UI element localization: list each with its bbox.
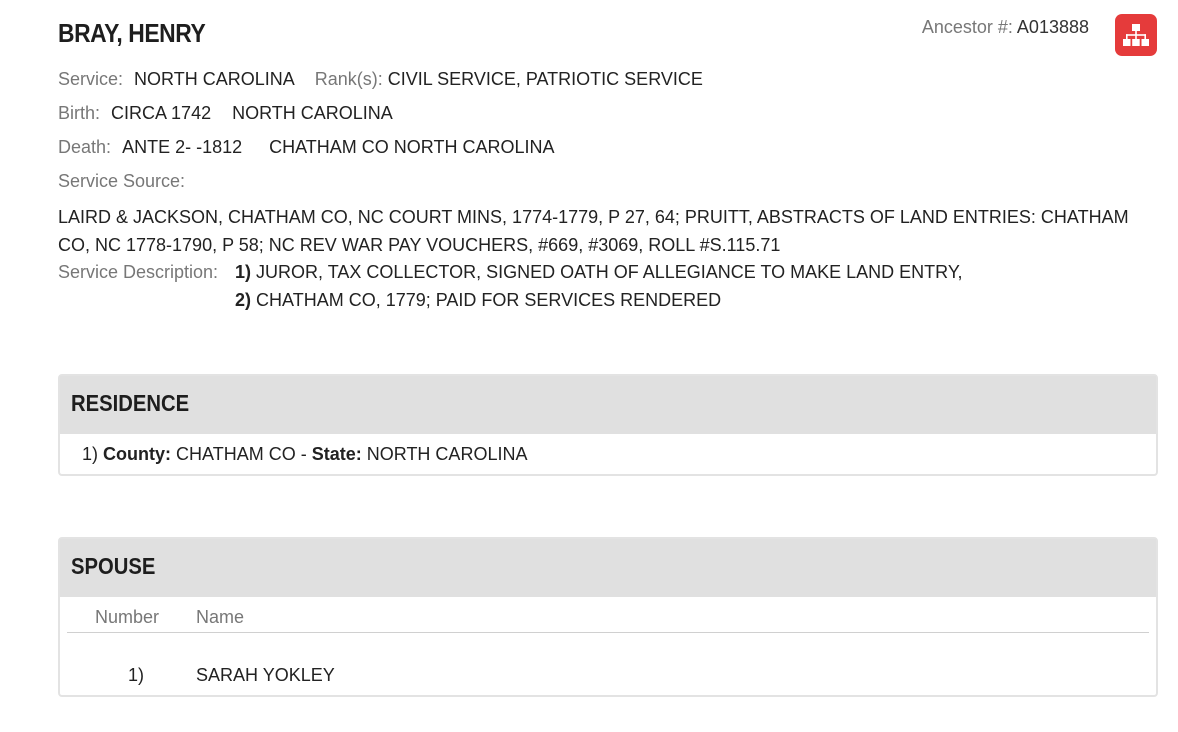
- death-date: ANTE 2- -1812: [122, 137, 243, 157]
- ancestor-number-value: A013888: [1016, 17, 1089, 37]
- residence-header: RESIDENCE: [60, 376, 1156, 434]
- service-row: Service: NORTH CAROLINA Rank(s): CIVIL S…: [58, 69, 703, 90]
- service-description-item: 1) JUROR, TAX COLLECTOR, SIGNED OATH OF …: [235, 262, 963, 283]
- birth-date: CIRCA 1742: [111, 103, 212, 123]
- service-description-label: Service Description:: [58, 262, 219, 282]
- county-label: County:: [103, 444, 172, 464]
- spouse-col-name: Name: [196, 607, 245, 627]
- county-value: CHATHAM CO: [176, 444, 296, 464]
- state-value: NORTH CAROLINA: [366, 444, 528, 464]
- service-label: Service:: [58, 69, 124, 89]
- death-row: Death: ANTE 2- -1812 CHATHAM CO NORTH CA…: [58, 137, 555, 158]
- death-label: Death:: [58, 137, 112, 157]
- residence-title: RESIDENCE: [71, 390, 190, 416]
- rank-label: Rank(s):: [314, 69, 383, 89]
- birth-label: Birth:: [58, 103, 101, 123]
- service-source-label-text: Service Source:: [58, 171, 186, 191]
- residence-entry: 1) County: CHATHAM CO - State: NORTH CAR…: [82, 444, 527, 465]
- spouse-header: SPOUSE: [60, 539, 1156, 597]
- rank-value: CIVIL SERVICE, PATRIOTIC SERVICE: [387, 69, 703, 89]
- spouse-title: SPOUSE: [71, 553, 156, 579]
- ancestor-name: BRAY, HENRY: [58, 18, 206, 48]
- residence-separator: -: [300, 444, 307, 464]
- spouse-row-name: SARAH YOKLEY: [196, 665, 335, 685]
- spouse-panel: SPOUSE Number Name 1) SARAH YOKLEY: [58, 537, 1158, 697]
- service-source-label: Service Source:: [58, 171, 185, 192]
- ancestor-number-label: Ancestor #:: [921, 17, 1013, 37]
- ancestor-number: Ancestor #: A013888: [922, 17, 1089, 38]
- residence-num: 1): [82, 444, 99, 464]
- service-description-item: 2) CHATHAM CO, 1779; PAID FOR SERVICES R…: [235, 290, 721, 311]
- birth-row: Birth: CIRCA 1742 NORTH CAROLINA: [58, 103, 393, 124]
- state-label: State:: [311, 444, 362, 464]
- spouse-row-number: 1): [128, 665, 145, 685]
- service-description-num: 2): [235, 290, 252, 310]
- service-description-text: CHATHAM CO, 1779; PAID FOR SERVICES REND…: [256, 290, 722, 310]
- birth-place: NORTH CAROLINA: [232, 103, 393, 123]
- service-description-text: JUROR, TAX COLLECTOR, SIGNED OATH OF ALL…: [256, 262, 963, 282]
- family-tree-button[interactable]: [1115, 14, 1157, 56]
- residence-panel: RESIDENCE 1) County: CHATHAM CO - State:…: [58, 374, 1158, 476]
- spouse-table-divider: [67, 632, 1149, 633]
- service-source-text: LAIRD & JACKSON, CHATHAM CO, NC COURT MI…: [58, 207, 1129, 255]
- death-place: CHATHAM CO NORTH CAROLINA: [269, 137, 555, 157]
- family-tree-icon: [1123, 24, 1149, 46]
- service-value: NORTH CAROLINA: [134, 69, 294, 89]
- spouse-col-number: Number: [95, 607, 160, 627]
- service-description-num: 1): [235, 262, 252, 282]
